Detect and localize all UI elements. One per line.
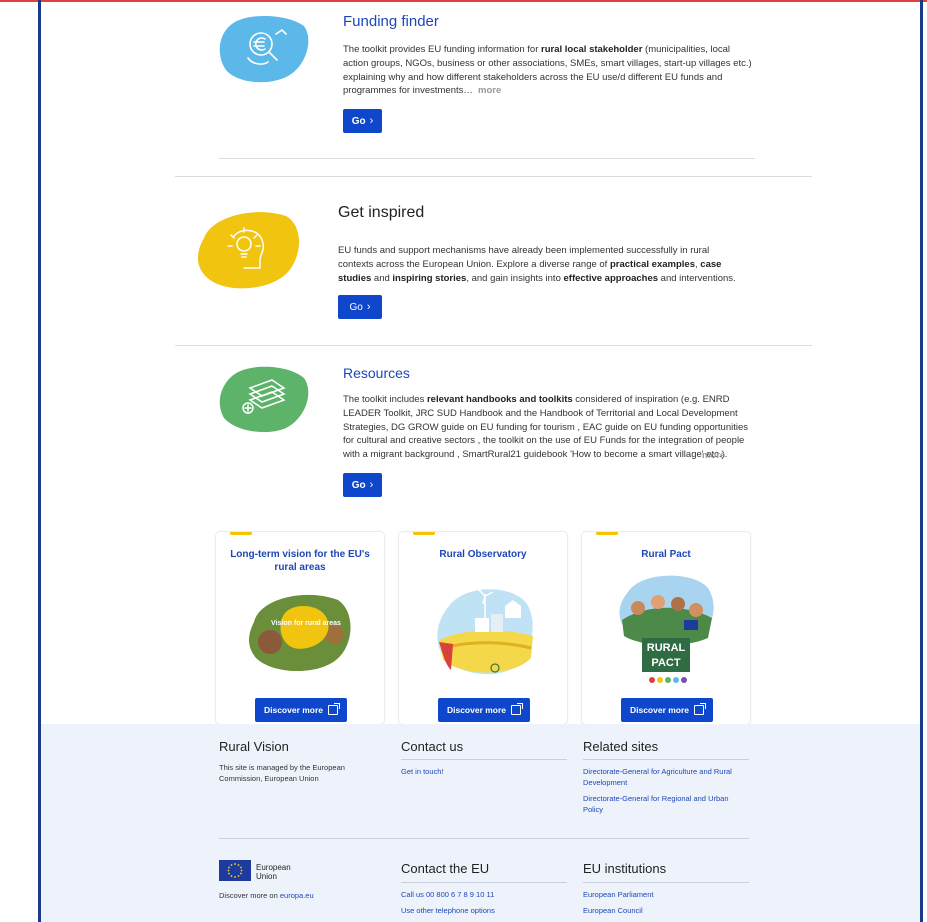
top-border — [0, 0, 927, 2]
lightbulb-head-icon — [197, 212, 299, 289]
discover-more-button[interactable]: Discover more — [621, 698, 713, 722]
footer-title-rural-vision: Rural Vision — [219, 739, 289, 754]
chevron-right-icon: › — [369, 479, 374, 491]
footer-divider — [401, 882, 567, 883]
card-title: Long-term vision for the EU's rural area… — [230, 549, 370, 573]
footer-divider — [583, 759, 749, 760]
external-link-icon — [511, 703, 524, 715]
card-title: Rural Pact — [641, 549, 691, 560]
discover-more-label: Discover more — [629, 705, 690, 715]
footer-divider — [583, 882, 749, 883]
emphasis-text: effective approaches — [563, 272, 659, 284]
section-description: The toolkit provides EU funding informat… — [343, 43, 755, 98]
emphasis-text: rural local stakeholder — [541, 44, 643, 55]
footer-title-contact-eu: Contact the EU — [401, 861, 490, 876]
footer-link-european-council[interactable]: European Council — [583, 905, 643, 916]
card-accent — [596, 532, 618, 535]
discover-europa-text: Discover more on europa.eu — [219, 890, 314, 901]
footer-title-related-sites: Related sites — [583, 739, 659, 754]
body-text: and interventions. — [658, 272, 736, 284]
eu-logo-line2: Union — [256, 872, 277, 881]
divider — [175, 345, 812, 346]
section-title: Resources — [343, 365, 410, 381]
divider — [175, 176, 812, 177]
vision-illustration: Vision for rural areas — [249, 594, 351, 672]
footer-link-telephone-options[interactable]: Use other telephone options — [401, 905, 495, 916]
go-button-label: Go — [349, 301, 363, 313]
external-link-icon — [694, 703, 707, 715]
body-text: and — [371, 272, 393, 284]
card-rural-pact: Rural Pact RURAL PACT Discover more — [582, 532, 750, 724]
footer-title-contact-us: Contact us — [401, 739, 464, 754]
card-title: Rural Observatory — [439, 549, 527, 560]
section-title: Get inspired — [338, 204, 425, 221]
chevron-right-icon: › — [366, 301, 371, 313]
more-link[interactable]: more — [702, 449, 725, 463]
rural-pact-illustration: RURAL PACT — [619, 575, 714, 683]
card-long-term-vision: Long-term vision for the EU's rural area… — [216, 532, 384, 724]
books-icon — [219, 366, 309, 433]
card-rural-observatory: Rural Observatory Discover more — [399, 532, 567, 724]
go-button[interactable]: Go › — [338, 295, 382, 319]
eu-logo-text: European Union — [256, 863, 291, 881]
emphasis-text: relevant handbooks and toolkits — [426, 394, 573, 405]
body-text: The toolkit includes — [343, 394, 427, 405]
emphasis-text: inspiring stories — [392, 272, 467, 284]
footer-link-get-in-touch[interactable]: Get in touch! — [401, 766, 444, 777]
euro-search-icon — [219, 15, 309, 83]
footer-title-eu-institutions: EU institutions — [583, 861, 667, 876]
body-text: The toolkit provides EU funding informat… — [343, 44, 542, 55]
section-title: Funding finder — [343, 13, 439, 30]
eu-flag-icon — [219, 860, 251, 881]
emphasis-text: practical examples — [609, 258, 695, 270]
footer-divider — [401, 759, 567, 760]
discover-more-button[interactable]: Discover more — [438, 698, 530, 722]
section-description: EU funds and support mechanisms have alr… — [338, 244, 738, 285]
go-button[interactable]: Go › — [343, 473, 382, 497]
footer-managed-text: This site is managed by the European Com… — [219, 763, 345, 783]
discover-more-button[interactable]: Discover more — [255, 698, 347, 722]
discover-more-label: Discover more — [263, 705, 324, 715]
right-border — [920, 0, 923, 922]
go-button-label: Go — [351, 479, 366, 491]
eu-logo-line1: European — [256, 863, 291, 872]
rural-pact-art-text-1: RURAL — [647, 642, 686, 654]
go-button[interactable]: Go › — [343, 109, 382, 133]
more-link[interactable]: more — [478, 84, 501, 98]
go-button-label: Go — [351, 115, 366, 127]
footer-link-european-parliament[interactable]: European Parliament — [583, 889, 653, 900]
vision-art-text: Vision for rural areas — [271, 620, 341, 627]
section-description: The toolkit includes relevant handbooks … — [343, 393, 761, 462]
external-link-icon — [328, 703, 341, 715]
card-accent — [413, 532, 435, 535]
body-text: , and gain insights into — [466, 272, 564, 284]
chevron-right-icon: › — [369, 115, 374, 127]
rural-pact-art-text-2: PACT — [651, 657, 680, 669]
card-accent — [230, 532, 252, 535]
footer-divider — [219, 838, 749, 839]
footer-link-dg-agri[interactable]: Directorate-General for Agriculture and … — [583, 766, 743, 788]
discover-prefix: Discover more on — [219, 891, 280, 900]
europa-link[interactable]: europa.eu — [280, 891, 314, 900]
observatory-illustration — [437, 589, 533, 675]
footer-link-call-us[interactable]: Call us 00 800 6 7 8 9 10 11 — [401, 889, 494, 900]
footer-link-dg-regio[interactable]: Directorate-General for Regional and Urb… — [583, 793, 743, 815]
divider — [219, 158, 755, 159]
discover-more-label: Discover more — [446, 705, 507, 715]
